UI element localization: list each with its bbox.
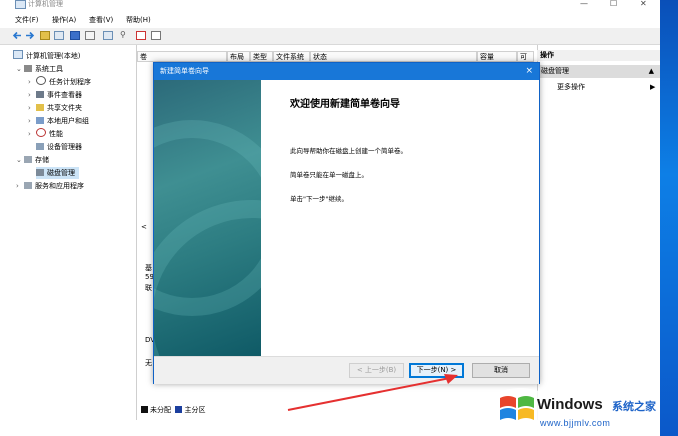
watermark-brand: Windows xyxy=(537,396,603,413)
tree-system-tools[interactable]: ⌄ 系统工具 xyxy=(16,63,63,75)
tree-storage[interactable]: ⌄ 存储 xyxy=(16,154,49,166)
up-folder-icon[interactable] xyxy=(40,31,50,40)
storage-icon xyxy=(24,156,32,163)
banner-decoration xyxy=(154,80,261,356)
column-capacity[interactable]: 容量 xyxy=(477,51,517,62)
actions-more[interactable]: 更多操作 xyxy=(557,82,585,93)
watermark-chinese: 系统之家 xyxy=(612,400,656,413)
no-media-fragment: 无 xyxy=(145,359,152,367)
cancel-button[interactable]: 取消 xyxy=(472,363,530,378)
chevron-right-icon[interactable]: › xyxy=(28,115,36,127)
computer-management-icon xyxy=(15,0,26,9)
desktop-background xyxy=(660,0,678,436)
check-doc-icon[interactable] xyxy=(136,31,146,40)
chevron-right-icon[interactable]: › xyxy=(16,180,24,192)
unallocated-swatch xyxy=(141,406,148,413)
more-arrow-icon[interactable]: ▶ xyxy=(650,82,655,93)
clock-icon xyxy=(36,76,46,85)
column-filesystem[interactable]: 文件系统 xyxy=(273,51,310,62)
tree-item-shared-folders[interactable]: › 共享文件夹 xyxy=(28,102,82,114)
shared-folder-icon xyxy=(36,104,44,111)
disk-icon xyxy=(36,169,44,176)
disk-status-fragment: 联 xyxy=(145,284,152,292)
tree-item-device-manager[interactable]: 设备管理器 xyxy=(36,141,82,153)
chevron-right-icon[interactable]: › xyxy=(28,89,36,101)
help-icon[interactable] xyxy=(70,31,80,40)
chevron-right-icon[interactable]: › xyxy=(28,76,36,88)
window-title: 计算机管理 xyxy=(28,0,63,8)
column-layout[interactable]: 布局 xyxy=(227,51,250,62)
tree-services-apps[interactable]: › 服务和应用程序 xyxy=(16,180,84,192)
device-manager-icon xyxy=(36,143,44,150)
tree-root[interactable]: 计算机管理(本地) xyxy=(13,50,80,62)
tools-icon xyxy=(24,65,32,72)
computer-icon xyxy=(13,50,23,59)
performance-icon xyxy=(36,128,46,137)
tree-item-event-viewer[interactable]: › 事件查看器 xyxy=(28,89,82,101)
actions-section-disk-mgmt[interactable]: 磁盘管理 ▲ xyxy=(537,65,660,78)
menu-help[interactable]: 帮助(H) xyxy=(126,15,151,25)
wizard-heading: 欢迎使用新建简单卷向导 xyxy=(290,99,400,110)
tree-item-task-scheduler[interactable]: › 任务计划程序 xyxy=(28,76,91,88)
menu-view[interactable]: 查看(V) xyxy=(89,15,113,25)
properties-icon[interactable] xyxy=(85,31,95,40)
dialog-close-icon[interactable]: × xyxy=(525,63,533,80)
wizard-text-1: 此向导帮助你在磁盘上创建一个简单卷。 xyxy=(290,147,407,155)
column-type[interactable]: 类型 xyxy=(250,51,273,62)
back-icon[interactable] xyxy=(12,31,22,40)
wizard-text-2: 简单卷只能在单一磁盘上。 xyxy=(290,171,368,179)
partition-legend: 未分配 主分区 xyxy=(141,405,205,415)
maximize-icon[interactable]: ☐ xyxy=(610,0,617,8)
forward-icon[interactable] xyxy=(25,31,35,40)
menu-bar: 文件(F) 操作(A) 查看(V) 帮助(H) xyxy=(0,12,660,27)
menu-file[interactable]: 文件(F) xyxy=(15,15,39,25)
page-icon[interactable] xyxy=(151,31,161,40)
toolbar: ⚲ xyxy=(0,28,660,45)
chevron-right-icon[interactable]: › xyxy=(28,102,36,114)
minimize-icon[interactable]: — xyxy=(580,0,588,8)
chevron-down-icon[interactable]: ⌄ xyxy=(16,154,24,166)
wizard-text-3: 单击"下一步"继续。 xyxy=(290,195,348,203)
chevron-down-icon[interactable]: ⌄ xyxy=(16,63,24,75)
chevron-right-icon[interactable]: › xyxy=(28,128,36,140)
primary-swatch xyxy=(175,406,183,413)
navigation-tree: 计算机管理(本地) ⌄ 系统工具 › 任务计划程序 › 事件查看器 › 共享文件夹 › 本… xyxy=(0,45,137,420)
tree-item-performance[interactable]: › 性能 xyxy=(28,128,63,140)
dialog-title: 新建简单卷向导 xyxy=(160,67,209,75)
column-volume[interactable]: 卷 xyxy=(137,51,227,62)
actions-pane xyxy=(537,45,661,420)
services-icon xyxy=(24,182,32,189)
users-icon xyxy=(36,117,44,124)
grid-view-icon[interactable] xyxy=(103,31,113,40)
scroll-left-arrow[interactable]: < xyxy=(141,223,147,231)
watermark-url: www.bjjmlv.com xyxy=(540,418,611,428)
column-free[interactable]: 可 xyxy=(517,51,534,62)
actions-header: 操作 xyxy=(537,50,660,61)
event-viewer-icon xyxy=(36,91,44,98)
tree-disk-management[interactable]: 磁盘管理 xyxy=(36,167,79,179)
window-titlebar: 计算机管理 — ☐ ✕ xyxy=(0,0,660,12)
dialog-titlebar: 新建简单卷向导 × xyxy=(154,63,539,80)
tree-item-local-users[interactable]: › 本地用户和组 xyxy=(28,115,89,127)
column-status[interactable]: 状态 xyxy=(310,51,477,62)
close-icon[interactable]: ✕ xyxy=(640,0,647,8)
show-hide-tree-icon[interactable] xyxy=(54,31,64,40)
link-icon[interactable]: ⚲ xyxy=(120,31,130,40)
collapse-up-icon[interactable]: ▲ xyxy=(649,65,654,78)
new-simple-volume-wizard: 新建简单卷向导 × 欢迎使用新建简单卷向导 此向导帮助你在磁盘上创建一个简单卷。… xyxy=(153,62,540,384)
disk-label-fragment: 基 xyxy=(145,264,152,272)
menu-action[interactable]: 操作(A) xyxy=(52,15,76,25)
red-annotation-arrow xyxy=(287,374,458,411)
